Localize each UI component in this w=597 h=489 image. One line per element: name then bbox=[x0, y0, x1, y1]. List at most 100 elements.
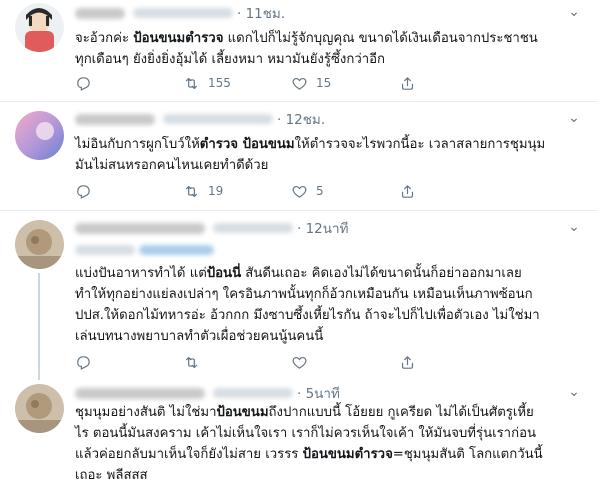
tweet-header: · 11ชม. bbox=[75, 4, 285, 22]
bold-text: ตำรวจ ป้อนขนม bbox=[199, 137, 295, 152]
bold-text: ป้อนนี่ bbox=[206, 266, 242, 281]
text-segment: ปปส.ให้ดอกไม้ทหารอ่ะ อ้วกกก มึงซาบซึ้งเห… bbox=[75, 308, 540, 323]
retweet-button[interactable]: 19 bbox=[183, 183, 291, 200]
retweet-count: 155 bbox=[208, 76, 231, 90]
retweet-count: 19 bbox=[208, 184, 224, 198]
text-segment: แดกไปก็ไม่รู้จักบุญคุณ ขนาดได้เงินเดือนจ… bbox=[223, 31, 538, 46]
reply-button[interactable] bbox=[75, 183, 183, 200]
tweet-header: · 5นาที bbox=[75, 384, 340, 402]
more-icon[interactable]: ⌄ bbox=[565, 220, 583, 236]
more-icon[interactable]: ⌄ bbox=[565, 111, 583, 127]
user-handle[interactable] bbox=[213, 223, 293, 233]
tweet-line: มันไม่สนหรอกคนไหนเคยทำดีด้วย bbox=[75, 155, 580, 176]
avatar[interactable] bbox=[15, 3, 64, 52]
more-icon[interactable]: ⌄ bbox=[565, 385, 583, 401]
tweet-line: ชุมนุมอย่างสันติ ไม่ใช่มาป้อนขนมถึงปากแบ… bbox=[75, 402, 580, 423]
share-button[interactable] bbox=[399, 75, 507, 92]
share-icon bbox=[401, 184, 414, 198]
avatar[interactable] bbox=[15, 111, 64, 160]
tweet-text: ชุมนุมอย่างสันติ ไม่ใช่มาป้อนขนมถึงปากแบ… bbox=[75, 402, 580, 486]
like-button[interactable] bbox=[291, 354, 399, 371]
tweet-4[interactable]: · 5นาที ⌄ ชุมนุมอย่างสันติ ไม่ใช่มาป้อนข… bbox=[0, 380, 597, 489]
heart-icon bbox=[292, 185, 307, 198]
heart-icon bbox=[292, 77, 307, 90]
tweet-line: ทำให้ทุกอย่างแย่ลงเปล่าๆ ใครอินภาพนั้นทุ… bbox=[75, 284, 580, 305]
retweet-icon bbox=[185, 356, 198, 368]
tweet-header: · 12ชม. bbox=[75, 110, 325, 128]
tweet-line: ไร ตอนนี้มันสงคราม เค้าไม่เห็นใจเรา เราก… bbox=[75, 423, 580, 444]
reply-icon bbox=[77, 184, 90, 199]
tweet-actions: 155 15 bbox=[75, 74, 535, 92]
text-segment: สันดีนเถอะ คิดเองไม่ได้ขนาดนั้นก็อย่าออก… bbox=[241, 266, 522, 281]
tweet-line: ไม่อินกับการผูกโบว์ให้ตำรวจ ป้อนขนมให้ตำ… bbox=[75, 134, 580, 155]
share-button[interactable] bbox=[399, 183, 507, 200]
reply-to bbox=[75, 242, 214, 258]
reply-to-handle[interactable] bbox=[139, 245, 214, 255]
like-button[interactable]: 5 bbox=[291, 183, 399, 200]
bold-text: ป้อนขนม bbox=[216, 405, 269, 420]
tweet-actions bbox=[75, 353, 535, 371]
share-icon bbox=[401, 76, 414, 90]
retweet-icon bbox=[185, 77, 198, 89]
reply-icon bbox=[77, 355, 90, 370]
text-segment: แล้วค่อยกลับมาเห็นใจก็ยังไม่สาย เวรรร bbox=[75, 447, 303, 462]
avatar[interactable] bbox=[15, 384, 64, 433]
text-segment: ไร ตอนนี้มันสงคราม เค้าไม่เห็นใจเรา เราก… bbox=[75, 426, 537, 441]
text-segment: ถึงปากแบบนี้ โอ้ยยย กูเครียด ไม่ได้เป็นศ… bbox=[268, 405, 534, 420]
display-name[interactable] bbox=[75, 222, 205, 234]
text-segment: ไม่อินกับการผูกโบว์ให้ bbox=[75, 137, 200, 152]
tweet-line: แบ่งปันอาหารทำได้ แต่ป้อนนี่ สันดีนเถอะ … bbox=[75, 263, 580, 284]
tweet-2[interactable]: · 12ชม. ⌄ ไม่อินกับการผูกโบว์ให้ตำรวจ ป้… bbox=[0, 102, 597, 210]
tweet-1[interactable]: · 11ชม. ⌄ จะอ้วกค่ะ ป้อนขนมตำรวจ แดกไปก็… bbox=[0, 0, 597, 101]
like-button[interactable]: 15 bbox=[291, 75, 399, 92]
tweet-3[interactable]: · 12นาที ⌄ แบ่งปันอาหารทำได้ แต่ป้อนนี่ … bbox=[0, 211, 597, 380]
reply-button[interactable] bbox=[75, 354, 183, 371]
text-segment: ทำให้ทุกอย่างแย่ลงเปล่าๆ ใครอินภาพนั้นทุ… bbox=[75, 287, 533, 302]
tweet-text: แบ่งปันอาหารทำได้ แต่ป้อนนี่ สันดีนเถอะ … bbox=[75, 263, 580, 347]
display-name[interactable] bbox=[75, 113, 155, 125]
retweet-icon bbox=[185, 185, 198, 197]
heart-icon bbox=[292, 356, 307, 369]
more-icon[interactable]: ⌄ bbox=[565, 5, 583, 21]
timestamp[interactable]: · 12ชม. bbox=[277, 108, 325, 130]
share-icon bbox=[401, 355, 414, 369]
like-count: 5 bbox=[316, 184, 324, 198]
user-handle[interactable] bbox=[163, 114, 273, 124]
thread-line bbox=[38, 273, 40, 380]
bold-text: ป้อนขนมตำรวจ bbox=[302, 447, 393, 462]
display-name[interactable] bbox=[75, 7, 125, 19]
text-segment: มันไม่สนหรอกคนไหนเคยทำดีด้วย bbox=[75, 158, 269, 173]
text-segment: ให้ตำรวจจะไรพวกนี้อะ เวลาสลายการชุมนุม bbox=[294, 137, 546, 152]
reply-icon bbox=[77, 76, 90, 91]
tweet-line: ทุกเดือนๆ ยังยิ่งยิ่งอุ้มได้ เลี้ยงหมา ห… bbox=[75, 49, 580, 70]
text-segment: จะอ้วกค่ะ bbox=[75, 31, 134, 46]
like-count: 15 bbox=[316, 76, 332, 90]
reply-to-label bbox=[75, 245, 135, 255]
text-segment: แบ่งปันอาหารทำได้ แต่ bbox=[75, 266, 207, 281]
tweet-actions: 19 5 bbox=[75, 182, 535, 200]
tweet-line: ปปส.ให้ดอกไม้ทหารอ่ะ อ้วกกก มึงซาบซึ้งเห… bbox=[75, 305, 580, 326]
timestamp[interactable]: · 5นาที bbox=[297, 382, 340, 404]
timestamp[interactable]: · 12นาที bbox=[297, 217, 348, 239]
text-segment: ทุกเดือนๆ ยังยิ่งยิ่งอุ้มได้ เลี้ยงหมา ห… bbox=[75, 52, 386, 67]
retweet-button[interactable] bbox=[183, 354, 291, 371]
display-name[interactable] bbox=[75, 387, 205, 399]
text-segment: เถอะ พลีสสส bbox=[75, 468, 148, 483]
reply-button[interactable] bbox=[75, 75, 183, 92]
avatar[interactable] bbox=[15, 220, 64, 269]
share-button[interactable] bbox=[399, 354, 507, 371]
text-segment: ชุมนุมอย่างสันติ ไม่ใช่มา bbox=[75, 405, 217, 420]
retweet-button[interactable]: 155 bbox=[183, 75, 291, 92]
tweet-line: เถอะ พลีสสส bbox=[75, 465, 580, 486]
tweet-text: ไม่อินกับการผูกโบว์ให้ตำรวจ ป้อนขนมให้ตำ… bbox=[75, 134, 580, 176]
tweet-line: เล่นบทนางพยาบาลทำตัวเผื่อช่วยคนนู้นคนนี้ bbox=[75, 326, 580, 347]
tweet-text: จะอ้วกค่ะ ป้อนขนมตำรวจ แดกไปก็ไม่รู้จักบ… bbox=[75, 28, 580, 70]
bold-text: ป้อนขนมตำรวจ bbox=[133, 31, 224, 46]
user-handle[interactable] bbox=[213, 388, 293, 398]
timestamp[interactable]: · 11ชม. bbox=[237, 2, 285, 24]
tweet-line: แล้วค่อยกลับมาเห็นใจก็ยังไม่สาย เวรรร ป้… bbox=[75, 444, 580, 465]
user-handle[interactable] bbox=[133, 8, 233, 18]
tweet-line: จะอ้วกค่ะ ป้อนขนมตำรวจ แดกไปก็ไม่รู้จักบ… bbox=[75, 28, 580, 49]
text-segment: เล่นบทนางพยาบาลทำตัวเผื่อช่วยคนนู้นคนนี้ bbox=[75, 329, 324, 344]
tweet-header: · 12นาที bbox=[75, 219, 348, 237]
